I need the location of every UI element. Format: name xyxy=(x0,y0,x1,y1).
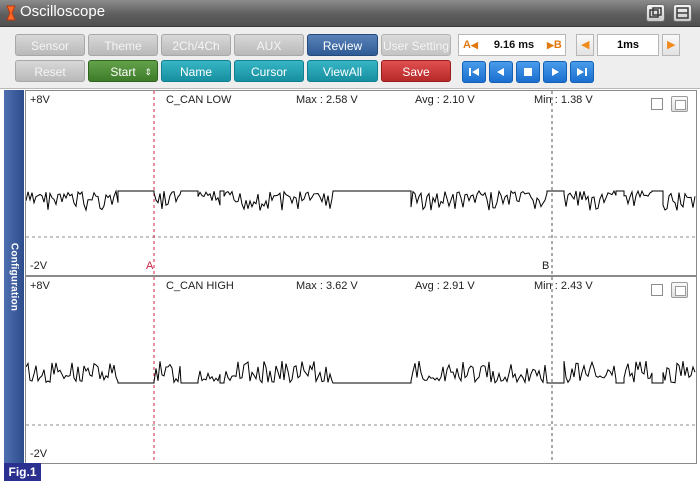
channel-panel-can-high[interactable]: +8V -2V C_CAN HIGH Max : 3.62 V Avg : 2.… xyxy=(25,276,697,464)
triangle-left-icon: ◀ xyxy=(581,39,590,51)
channel-name: C_CAN LOW xyxy=(166,94,232,106)
max-readout: Max : 3.62 V xyxy=(296,280,358,292)
stop-icon xyxy=(524,68,532,76)
configuration-side-tab[interactable]: Configuration xyxy=(4,90,24,464)
view-all-button[interactable]: ViewAll xyxy=(307,60,378,82)
cursor-a-marker-label: A xyxy=(146,260,154,272)
channel-panel-can-low[interactable]: +8V -2V C_CAN LOW Max : 2.58 V Avg : 2.1… xyxy=(25,90,697,276)
stop-button[interactable] xyxy=(516,61,540,83)
vmax-label: +8V xyxy=(30,94,50,106)
figure-label: Fig.1 xyxy=(4,463,41,481)
restore-icon xyxy=(649,7,662,18)
name-button[interactable]: Name xyxy=(161,60,231,82)
skip-end-icon xyxy=(577,68,587,76)
channel-count-button[interactable]: 2Ch/4Ch xyxy=(161,34,231,56)
min-readout: Min : 2.43 V xyxy=(534,280,593,292)
timebase-increase-button[interactable]: ▶ xyxy=(662,34,680,56)
updown-arrows-icon: ⇕ xyxy=(144,67,152,77)
maximize-channel-button[interactable] xyxy=(671,96,688,112)
save-button[interactable]: Save xyxy=(381,60,451,82)
title-bar: Oscilloscope xyxy=(0,0,700,27)
min-readout: Min : 1.38 V xyxy=(534,94,593,106)
cursor-delta-value: 9.16 ms xyxy=(493,39,535,51)
vmin-label: -2V xyxy=(30,260,48,272)
cursor-b-label: B xyxy=(553,39,562,51)
theme-button[interactable]: Theme xyxy=(88,34,158,56)
menu-window-button[interactable] xyxy=(673,4,692,22)
review-button[interactable]: Review xyxy=(307,34,378,56)
right-arrow-icon: ▶ xyxy=(547,40,554,50)
vmin-label: -2V xyxy=(30,448,48,460)
reset-button[interactable]: Reset xyxy=(15,60,85,82)
timebase-value: 1ms xyxy=(597,34,659,56)
start-label: Start xyxy=(110,65,136,79)
avg-readout: Avg : 2.91 V xyxy=(415,280,475,292)
cursor-b-marker: ▶B xyxy=(547,35,562,55)
sensor-button[interactable]: Sensor xyxy=(15,34,85,56)
waveform-trace xyxy=(26,360,696,385)
window-title: Oscilloscope xyxy=(20,3,106,20)
vmax-label: +8V xyxy=(30,280,50,292)
cursor-a-label: A xyxy=(463,39,471,51)
waveform-trace xyxy=(26,189,696,212)
cursor-delta-readout: A◀ 9.16 ms ▶B xyxy=(458,34,566,56)
cursor-b-marker-label: B xyxy=(542,260,550,272)
restore-window-button[interactable] xyxy=(646,4,665,22)
cursor-button[interactable]: Cursor xyxy=(234,60,304,82)
user-setting-button[interactable]: User Setting xyxy=(381,34,451,56)
timebase-decrease-button[interactable]: ◀ xyxy=(576,34,594,56)
play-button[interactable] xyxy=(543,61,567,83)
window-menu-icon xyxy=(676,7,689,19)
waveform-plot[interactable] xyxy=(26,277,696,463)
maximize-channel-button[interactable] xyxy=(671,282,688,298)
triangle-right-icon: ▶ xyxy=(667,39,676,51)
start-button[interactable]: Start ⇕ xyxy=(88,60,158,82)
avg-readout: Avg : 2.10 V xyxy=(415,94,475,106)
configuration-tab-label: Configuration xyxy=(8,242,20,312)
step-back-button[interactable] xyxy=(489,61,513,83)
skip-to-start-button[interactable] xyxy=(462,61,486,83)
channel-name: C_CAN HIGH xyxy=(166,280,234,292)
play-back-icon xyxy=(497,68,504,76)
skip-to-end-button[interactable] xyxy=(570,61,594,83)
oscilloscope-window: Oscilloscope Sensor Theme 2Ch/4Ch AUX Re… xyxy=(0,0,700,483)
waveform-plot[interactable] xyxy=(26,91,696,275)
skip-start-icon xyxy=(469,68,479,76)
max-readout: Max : 2.58 V xyxy=(296,94,358,106)
oscilloscope-app-icon xyxy=(6,5,16,21)
aux-button[interactable]: AUX xyxy=(234,34,304,56)
channel-select-checkbox[interactable] xyxy=(651,98,663,110)
left-arrow-icon: ◀ xyxy=(470,40,478,50)
cursor-a-marker: A◀ xyxy=(463,35,478,55)
toolbar: Sensor Theme 2Ch/4Ch AUX Review User Set… xyxy=(0,27,700,89)
play-icon xyxy=(552,68,559,76)
channel-select-checkbox[interactable] xyxy=(651,284,663,296)
